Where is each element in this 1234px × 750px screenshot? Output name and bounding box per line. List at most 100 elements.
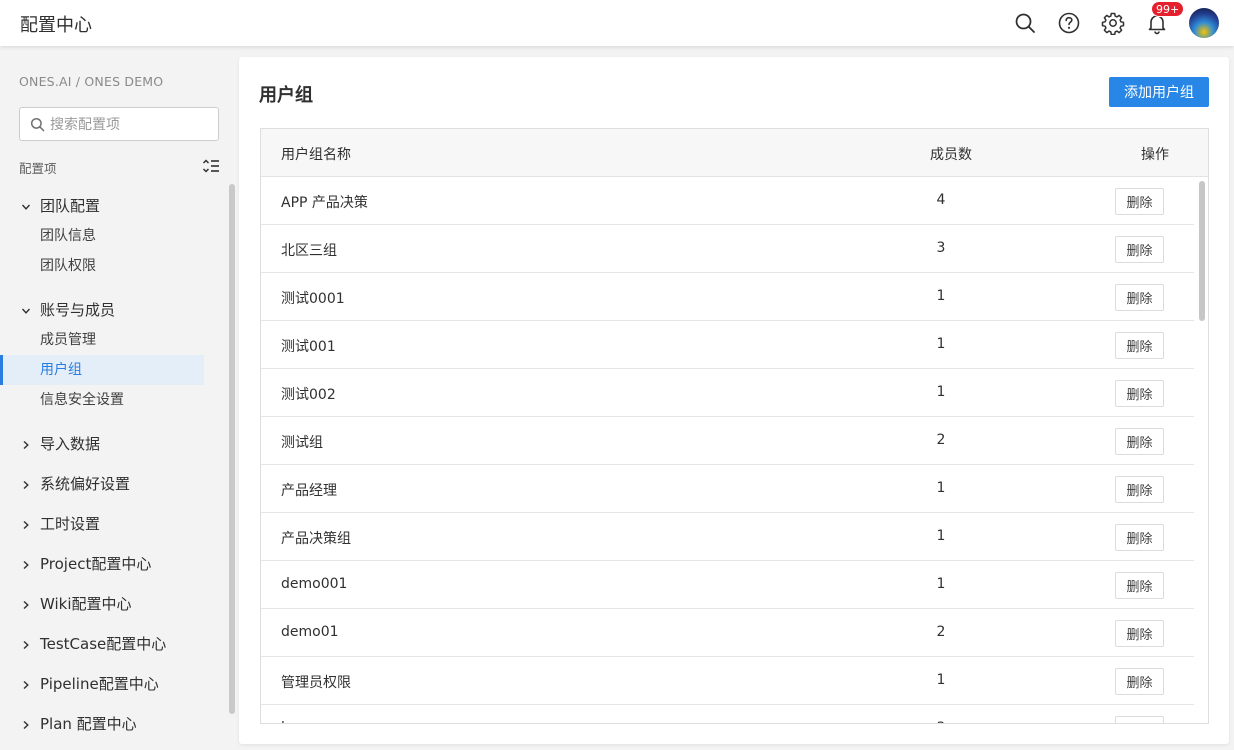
search-box[interactable] bbox=[19, 107, 219, 141]
group-name-cell: APP 产品决策 bbox=[281, 195, 368, 211]
group-name-cell: 测试001 bbox=[281, 339, 336, 355]
member-count-cell: 1 bbox=[936, 384, 946, 400]
page-title: 用户组 bbox=[259, 85, 313, 106]
menu-group-project-config[interactable]: Project配置中心 bbox=[0, 549, 224, 579]
menu-group-label: Project配置中心 bbox=[40, 555, 152, 573]
search-icon bbox=[30, 117, 45, 132]
member-count-cell: 2 bbox=[936, 432, 946, 448]
table-row[interactable]: APP 产品决策 4 删除 bbox=[261, 177, 1194, 225]
table-row[interactable]: 北区三组 3 删除 bbox=[261, 225, 1194, 273]
menu-group-accounts-members[interactable]: 账号与成员 bbox=[0, 295, 224, 325]
table-row[interactable]: 产品经理 1 删除 bbox=[261, 465, 1194, 513]
sort-list-icon[interactable] bbox=[202, 158, 220, 174]
table-row[interactable]: h 3 删除 bbox=[261, 705, 1194, 723]
gear-icon[interactable] bbox=[1101, 11, 1125, 35]
app-title: 配置中心 bbox=[20, 15, 92, 36]
member-count-cell: 4 bbox=[936, 192, 946, 208]
menu-group-label: Plan 配置中心 bbox=[40, 715, 137, 733]
menu-group-pipeline-config[interactable]: Pipeline配置中心 bbox=[0, 669, 224, 699]
chevron-right-icon bbox=[23, 480, 29, 490]
member-count-cell: 1 bbox=[936, 672, 946, 688]
table-header: 用户组名称 成员数 操作 bbox=[261, 129, 1208, 177]
config-menu: 团队配置 团队信息 团队权限 账号与成员 成员管理 用户组 信息安全设置 导入数… bbox=[0, 191, 224, 739]
menu-item-team-permissions[interactable]: 团队权限 bbox=[0, 251, 204, 281]
member-count-cell: 1 bbox=[936, 288, 946, 304]
chevron-right-icon bbox=[23, 520, 29, 530]
table-row[interactable]: demo01 2 删除 bbox=[261, 609, 1194, 657]
menu-group-testcase-config[interactable]: TestCase配置中心 bbox=[0, 629, 224, 659]
delete-button[interactable]: 删除 bbox=[1115, 380, 1164, 407]
group-name-cell: 测试组 bbox=[281, 435, 323, 451]
user-groups-table: 用户组名称 成员数 操作 APP 产品决策 4 删除 北区三组 3 删除 测试0001 1 删除… bbox=[260, 128, 1209, 724]
menu-item-team-info[interactable]: 团队信息 bbox=[0, 221, 204, 251]
delete-button[interactable]: 删除 bbox=[1115, 620, 1164, 647]
help-icon[interactable] bbox=[1057, 11, 1081, 35]
main-panel: 用户组 添加用户组 用户组名称 成员数 操作 APP 产品决策 4 删除 北区三组 3 删… bbox=[239, 57, 1229, 744]
delete-button[interactable]: 删除 bbox=[1115, 332, 1164, 359]
table-row[interactable]: 测试001 1 删除 bbox=[261, 321, 1194, 369]
member-count-cell: 1 bbox=[936, 576, 946, 592]
chevron-right-icon bbox=[23, 600, 29, 610]
group-name-cell: 管理员权限 bbox=[281, 675, 351, 691]
menu-group-system-preferences[interactable]: 系统偏好设置 bbox=[0, 469, 224, 499]
chevron-down-icon bbox=[21, 308, 31, 314]
table-row[interactable]: 测试组 2 删除 bbox=[261, 417, 1194, 465]
group-name-cell: 北区三组 bbox=[281, 243, 337, 259]
group-name-cell: h bbox=[281, 720, 290, 723]
chevron-right-icon bbox=[23, 720, 29, 730]
chevron-right-icon bbox=[23, 640, 29, 650]
section-label: 配置项 bbox=[19, 161, 57, 176]
search-icon[interactable] bbox=[1013, 11, 1037, 35]
delete-button[interactable]: 删除 bbox=[1115, 668, 1164, 695]
column-header-name: 用户组名称 bbox=[281, 147, 351, 163]
menu-group-wiki-config[interactable]: Wiki配置中心 bbox=[0, 589, 224, 619]
menu-group-worktime-settings[interactable]: 工时设置 bbox=[0, 509, 224, 539]
table-row[interactable]: 测试0001 1 删除 bbox=[261, 273, 1194, 321]
menu-group-team-config[interactable]: 团队配置 bbox=[0, 191, 224, 221]
delete-button[interactable]: 删除 bbox=[1115, 236, 1164, 263]
delete-button[interactable]: 删除 bbox=[1115, 476, 1164, 503]
menu-group-label: Pipeline配置中心 bbox=[40, 675, 159, 693]
chevron-right-icon bbox=[23, 680, 29, 690]
menu-group-label: 工时设置 bbox=[40, 515, 101, 533]
group-name-cell: 产品经理 bbox=[281, 483, 337, 499]
table-body: APP 产品决策 4 删除 北区三组 3 删除 测试0001 1 删除 测试001 1 删除 测试002… bbox=[261, 177, 1194, 723]
menu-group-label: 账号与成员 bbox=[40, 301, 116, 319]
menu-item-info-security[interactable]: 信息安全设置 bbox=[0, 385, 204, 415]
table-row[interactable]: 测试002 1 删除 bbox=[261, 369, 1194, 417]
delete-button[interactable]: 删除 bbox=[1115, 428, 1164, 455]
delete-button[interactable]: 删除 bbox=[1115, 284, 1164, 311]
menu-group-label: Wiki配置中心 bbox=[40, 595, 132, 613]
member-count-cell: 1 bbox=[936, 480, 946, 496]
menu-group-plan-config[interactable]: Plan 配置中心 bbox=[0, 709, 224, 739]
table-row[interactable]: 产品决策组 1 删除 bbox=[261, 513, 1194, 561]
delete-button[interactable]: 删除 bbox=[1115, 572, 1164, 599]
chevron-right-icon bbox=[23, 440, 29, 450]
search-input[interactable] bbox=[50, 114, 210, 136]
breadcrumb[interactable]: ONES.AI / ONES DEMO bbox=[19, 74, 163, 89]
add-user-group-button[interactable]: 添加用户组 bbox=[1109, 77, 1209, 107]
group-name-cell: 产品决策组 bbox=[281, 531, 351, 547]
sidebar: ONES.AI / ONES DEMO 配置项 团队配置 团队信息 团队权限 账… bbox=[0, 47, 236, 750]
table-row[interactable]: demo001 1 删除 bbox=[261, 561, 1194, 609]
menu-group-label: TestCase配置中心 bbox=[40, 635, 167, 653]
delete-button[interactable]: 删除 bbox=[1115, 524, 1164, 551]
avatar[interactable] bbox=[1189, 8, 1219, 38]
table-scroll-thumb[interactable] bbox=[1199, 181, 1205, 321]
group-name-cell: 测试0001 bbox=[281, 291, 345, 307]
member-count-cell: 3 bbox=[936, 240, 946, 256]
menu-group-import-data[interactable]: 导入数据 bbox=[0, 429, 224, 459]
menu-group-label: 团队配置 bbox=[40, 197, 101, 215]
menu-item-member-management[interactable]: 成员管理 bbox=[0, 325, 204, 355]
delete-button[interactable]: 删除 bbox=[1115, 716, 1164, 723]
chevron-down-icon bbox=[21, 204, 31, 210]
menu-group-label: 导入数据 bbox=[40, 435, 101, 453]
menu-item-user-groups[interactable]: 用户组 bbox=[0, 355, 204, 385]
group-name-cell: demo001 bbox=[281, 576, 348, 592]
menu-group-label: 系统偏好设置 bbox=[40, 475, 131, 493]
sidebar-scroll-thumb[interactable] bbox=[229, 184, 235, 714]
member-count-cell: 1 bbox=[936, 528, 946, 544]
table-row[interactable]: 管理员权限 1 删除 bbox=[261, 657, 1194, 705]
member-count-cell: 1 bbox=[936, 336, 946, 352]
delete-button[interactable]: 删除 bbox=[1115, 188, 1164, 215]
